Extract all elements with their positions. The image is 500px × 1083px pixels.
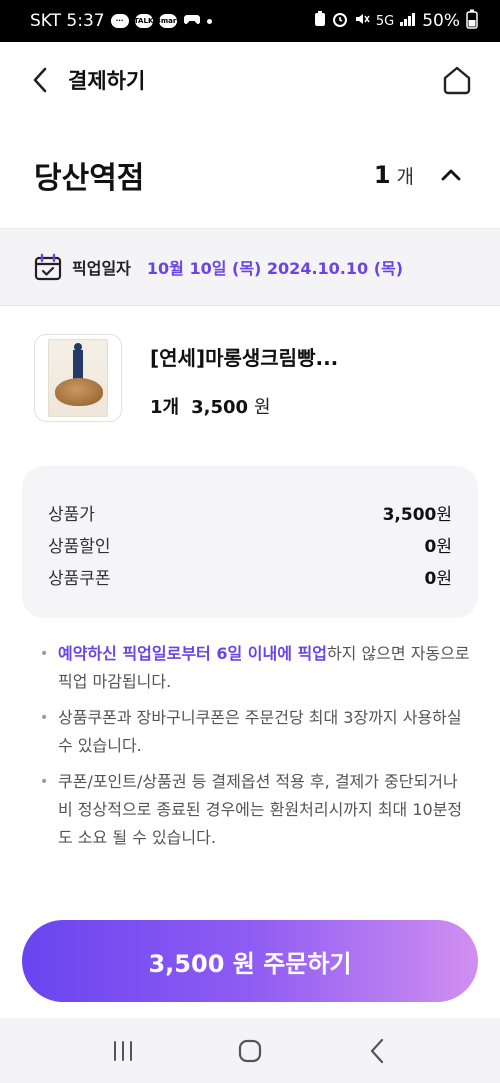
summary-label: 상품할인 (48, 536, 111, 557)
summary-row-price: 상품가 3,500원 (48, 496, 452, 528)
product-thumbnail (34, 334, 122, 422)
notification-dot-icon (206, 18, 212, 24)
notice-item: 쿠폰/포인트/상품권 등 결제옵션 적용 후, 결제가 중단되거나 비 정상적으… (40, 768, 470, 852)
summary-value: 3,500원 (382, 504, 452, 525)
notice-list: 예약하신 픽업일로부터 6일 이내에 픽업하지 않으면 자동으로 픽업 마감됩니… (40, 640, 470, 860)
product-info: [연세]마롱생크림빵... 1개 3,500 원 (150, 334, 338, 424)
kakaotalk-icon: TALK (134, 14, 153, 28)
product-price: 3,500 (191, 397, 249, 418)
home-nav-button[interactable] (230, 1031, 270, 1071)
status-left: SKT 5:37 ··· TALK Bmart (30, 11, 212, 31)
recent-apps-button[interactable] (103, 1031, 143, 1071)
store-quantity: 1 개 (374, 161, 414, 189)
chat-bubble-icon: ··· (110, 14, 129, 28)
price-summary-panel: 상품가 3,500원 상품할인 0원 상품쿠폰 0원 (22, 466, 478, 618)
store-quantity-unit: 개 (396, 166, 414, 188)
notice-item: 예약하신 픽업일로부터 6일 이내에 픽업하지 않으면 자동으로 픽업 마감됩니… (40, 640, 470, 696)
summary-row-coupon: 상품쿠폰 0원 (48, 560, 452, 592)
battery-icon (466, 9, 478, 34)
recent-apps-icon (114, 1040, 133, 1061)
summary-value: 0원 (424, 568, 452, 589)
product-image (48, 339, 108, 417)
signal-icon (400, 11, 416, 31)
battery-percent: 50% (422, 11, 460, 31)
back-button[interactable] (24, 64, 56, 96)
header: 결제하기 (0, 42, 500, 118)
notice-item: 상품쿠폰과 장바구니쿠폰은 주문건당 최대 3장까지 사용하실 수 있습니다. (40, 704, 470, 760)
home-button[interactable] (438, 61, 476, 99)
store-name: 당산역점 (34, 161, 145, 196)
chevron-left-icon (33, 67, 47, 93)
pickup-date: 10월 10일 (목) 2024.10.10 (목) (146, 259, 404, 278)
status-time: SKT 5:37 (30, 11, 105, 31)
product-quantity: 1개 (150, 397, 180, 418)
page-title: 결제하기 (68, 69, 146, 93)
status-bar: SKT 5:37 ··· TALK Bmart 5G 50% (0, 0, 500, 42)
store-quantity-number: 1 (373, 161, 391, 189)
product-item: [연세]마롱생크림빵... 1개 3,500 원 (34, 334, 474, 424)
game-controller-icon (183, 11, 201, 31)
mute-icon (354, 11, 370, 32)
summary-label: 상품쿠폰 (48, 568, 111, 589)
collapse-button[interactable] (436, 160, 466, 190)
network-label: 5G (375, 13, 395, 29)
summary-row-discount: 상품할인 0원 (48, 528, 452, 560)
chevron-up-icon (441, 169, 461, 181)
back-nav-icon (370, 1038, 383, 1063)
battery-saver-icon (314, 10, 326, 32)
product-currency: 원 (254, 397, 271, 418)
notice-highlight: 예약하신 픽업일로부터 6일 이내에 픽업 (58, 644, 327, 663)
alarm-icon (332, 11, 348, 32)
pickup-date-band: 픽업일자 10월 10일 (목) 2024.10.10 (목) (0, 228, 500, 306)
back-nav-button[interactable] (357, 1031, 397, 1071)
home-circle-icon (238, 1039, 262, 1062)
summary-label: 상품가 (48, 504, 95, 525)
product-name: [연세]마롱생크림빵... (150, 346, 339, 370)
home-icon (443, 66, 471, 95)
summary-value: 0원 (424, 536, 452, 557)
status-right: 5G 50% (314, 9, 478, 34)
pickup-label: 픽업일자 (72, 259, 131, 278)
calendar-check-icon (34, 253, 62, 281)
bmart-icon: Bmart (156, 14, 180, 28)
product-quantity-price: 1개 3,500 원 (150, 393, 338, 419)
order-button[interactable]: 3,500 원 주문하기 (22, 920, 478, 1002)
store-row: 당산역점 1 개 (0, 130, 500, 220)
system-nav-bar (0, 1018, 500, 1083)
